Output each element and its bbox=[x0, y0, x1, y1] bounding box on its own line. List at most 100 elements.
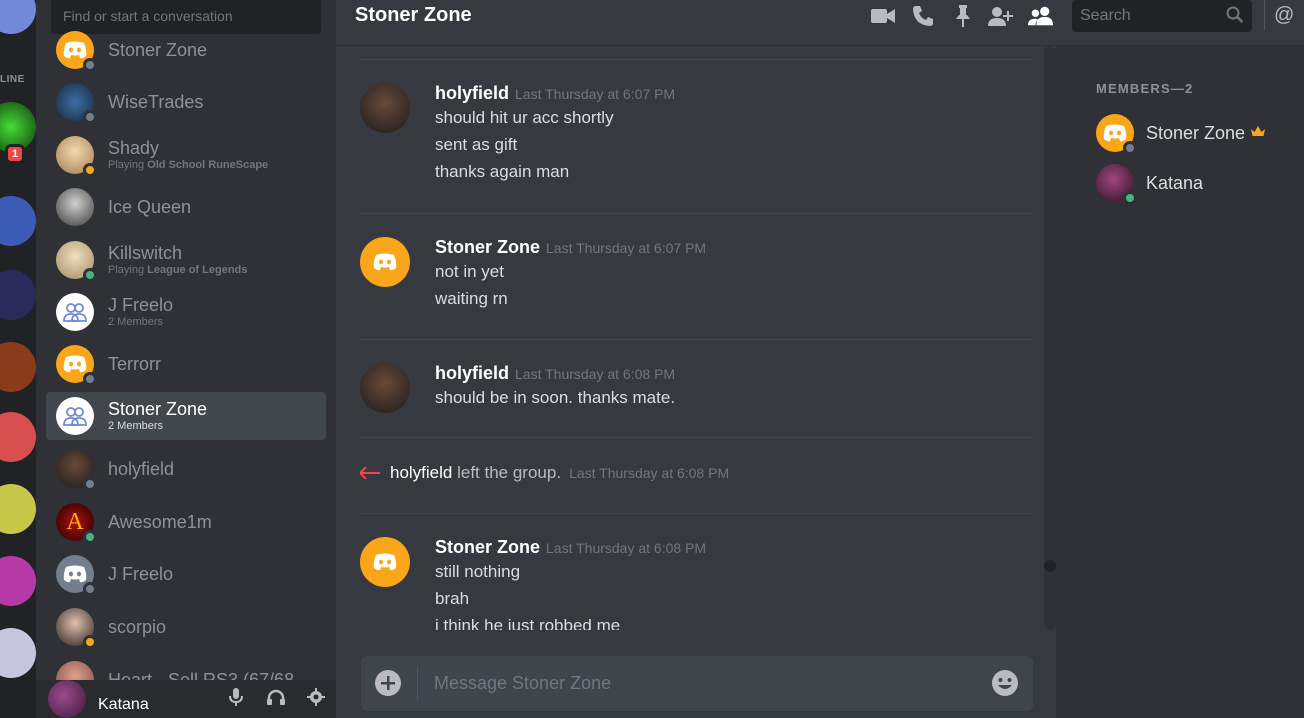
dm-name: Shady bbox=[108, 138, 160, 158]
message-timestamp: Last Thursday at 6:08 PM bbox=[546, 540, 707, 556]
mute-button[interactable] bbox=[216, 687, 256, 711]
message-divider bbox=[360, 513, 1033, 514]
message-author[interactable]: Stoner Zone bbox=[435, 537, 540, 557]
avatar bbox=[56, 188, 94, 226]
add-friends-button[interactable] bbox=[988, 4, 1014, 28]
server-icon[interactable] bbox=[0, 556, 36, 606]
dm-item[interactable]: holyfield bbox=[46, 445, 326, 493]
phone-icon bbox=[913, 6, 933, 26]
username: Katana bbox=[98, 696, 149, 713]
dm-name: Stoner Zone bbox=[108, 399, 208, 419]
page-title: Stoner Zone bbox=[355, 4, 472, 26]
server-rail: LINE 1 bbox=[0, 0, 36, 718]
dm-sidebar: Find or start a conversation Stoner Zone… bbox=[36, 0, 336, 718]
message-divider bbox=[360, 339, 1033, 340]
message-group: holyfield Last Thursday at 6:07 PM should… bbox=[360, 83, 1040, 185]
upload-button[interactable] bbox=[375, 670, 401, 696]
activity-status: Playing League of Legends bbox=[108, 263, 247, 277]
dm-item[interactable]: A Awesome1m bbox=[46, 498, 326, 546]
deafen-button[interactable] bbox=[256, 689, 296, 710]
avatar[interactable] bbox=[360, 83, 410, 133]
message-timestamp: Last Thursday at 6:07 PM bbox=[546, 240, 707, 256]
dm-item[interactable]: Shady Playing Old School RuneScape bbox=[46, 131, 326, 179]
server-icon[interactable] bbox=[0, 412, 36, 462]
message-author[interactable]: holyfield bbox=[435, 83, 509, 103]
dm-item[interactable]: WiseTrades bbox=[46, 78, 326, 126]
avatar bbox=[56, 555, 97, 596]
message-text: sent as gift bbox=[435, 135, 518, 154]
dm-name: holyfield bbox=[108, 459, 175, 479]
search-input[interactable]: Search bbox=[1072, 0, 1252, 32]
dm-item[interactable]: J Freelo 2 Members bbox=[46, 288, 326, 336]
user-settings-button[interactable] bbox=[296, 687, 336, 711]
activity-prefix: Playing bbox=[108, 159, 148, 171]
status-indicator bbox=[83, 58, 97, 72]
group-icon bbox=[56, 293, 94, 331]
message-divider bbox=[360, 213, 1033, 214]
dm-item[interactable]: scorpio bbox=[46, 603, 326, 651]
online-count-label: LINE bbox=[0, 74, 25, 85]
search-icon bbox=[1226, 6, 1244, 29]
member-item[interactable]: Stoner Zone bbox=[1096, 114, 1266, 155]
scrollbar[interactable] bbox=[1044, 46, 1056, 630]
activity-status: Playing Old School RuneScape bbox=[108, 158, 268, 172]
status-indicator bbox=[83, 582, 97, 596]
dm-name: J Freelo bbox=[108, 295, 174, 315]
message-timestamp: Last Thursday at 6:07 PM bbox=[515, 86, 676, 102]
voice-call-button[interactable] bbox=[910, 4, 936, 28]
dm-item[interactable]: J Freelo bbox=[46, 550, 326, 598]
server-icon[interactable] bbox=[0, 628, 36, 678]
gear-icon bbox=[307, 687, 325, 706]
member-item[interactable]: Katana bbox=[1096, 164, 1203, 205]
home-button[interactable] bbox=[0, 0, 36, 34]
video-camera-icon bbox=[871, 9, 895, 23]
status-indicator bbox=[1123, 141, 1137, 155]
server-icon[interactable] bbox=[0, 484, 36, 534]
avatar[interactable] bbox=[360, 363, 410, 413]
message-author[interactable]: Stoner Zone bbox=[435, 237, 540, 257]
video-call-button[interactable] bbox=[870, 4, 896, 28]
status-indicator bbox=[83, 163, 97, 177]
add-user-icon bbox=[988, 7, 1013, 26]
dm-item[interactable]: Ice Queen bbox=[46, 183, 326, 231]
message-author[interactable]: holyfield bbox=[435, 363, 509, 383]
dm-item[interactable]: Stoner Zone 2 Members bbox=[46, 392, 326, 440]
avatar[interactable] bbox=[360, 237, 410, 287]
avatar[interactable] bbox=[48, 680, 86, 718]
activity-game: League of Legends bbox=[147, 264, 248, 276]
dm-name: Awesome1m bbox=[108, 512, 212, 532]
server-icon[interactable] bbox=[0, 342, 36, 392]
dm-name: WiseTrades bbox=[108, 92, 204, 112]
member-count: 2 Members bbox=[108, 316, 164, 328]
message-composer[interactable]: Message Stoner Zone bbox=[361, 656, 1033, 711]
dm-name: Stoner Zone bbox=[108, 40, 208, 60]
system-message-user[interactable]: holyfield bbox=[390, 463, 452, 483]
status-indicator bbox=[83, 635, 97, 649]
pinned-messages-button[interactable] bbox=[950, 4, 976, 28]
message-group: Stoner Zone Last Thursday at 6:07 PM not … bbox=[360, 237, 1040, 312]
avatar bbox=[56, 83, 97, 124]
dm-item[interactable]: Stoner Zone bbox=[46, 26, 326, 74]
system-message: holyfield left the group. Last Thursday a… bbox=[360, 463, 729, 483]
dm-item[interactable]: Terrorr bbox=[46, 340, 326, 388]
headphones-icon bbox=[267, 689, 285, 705]
dm-item[interactable]: Killswitch Playing League of Legends bbox=[46, 236, 326, 284]
message-timestamp: Last Thursday at 6:08 PM bbox=[515, 366, 676, 382]
server-icon[interactable] bbox=[0, 196, 36, 246]
dm-name: Killswitch bbox=[108, 243, 183, 263]
avatar bbox=[56, 608, 97, 649]
channel-header: Stoner Zone Search @ bbox=[336, 0, 1304, 46]
message-group: Stoner Zone Last Thursday at 6:08 PM stil… bbox=[360, 537, 1040, 630]
server-icon[interactable] bbox=[0, 270, 36, 320]
message-text: i think he just robbed me bbox=[435, 616, 621, 630]
avatar[interactable] bbox=[360, 537, 410, 587]
scrollbar-thumb[interactable] bbox=[1044, 560, 1056, 572]
status-indicator bbox=[83, 477, 97, 491]
status-indicator bbox=[83, 530, 97, 544]
message-input[interactable]: Message Stoner Zone bbox=[434, 673, 611, 694]
mentions-button[interactable]: @ bbox=[1274, 4, 1294, 27]
message-divider bbox=[360, 59, 1033, 60]
message-text: brah bbox=[435, 589, 470, 608]
member-list-toggle[interactable] bbox=[1028, 4, 1054, 28]
emoji-button[interactable] bbox=[991, 669, 1019, 697]
